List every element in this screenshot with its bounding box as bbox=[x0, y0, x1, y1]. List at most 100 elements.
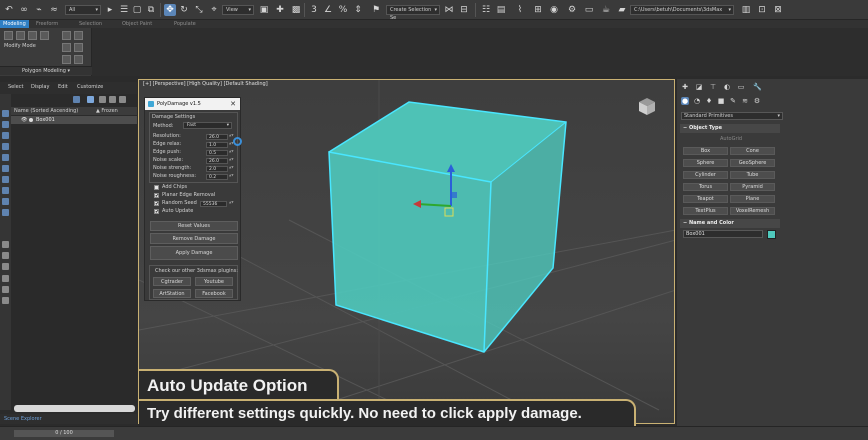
spinner-arrows-icon[interactable]: ▲▼ bbox=[229, 174, 234, 180]
menu-display[interactable]: Display bbox=[31, 84, 49, 90]
method-dropdown[interactable]: Fast ▾ bbox=[183, 122, 232, 129]
tab-object-paint[interactable]: Object Paint bbox=[122, 20, 152, 28]
filter-containers-icon[interactable] bbox=[2, 209, 9, 216]
param-spinner[interactable]: 0.2 bbox=[206, 174, 228, 180]
filter-xrefs-icon[interactable] bbox=[2, 187, 9, 194]
pin-icon[interactable] bbox=[2, 297, 9, 304]
select-rotate-icon[interactable]: ↻ bbox=[178, 4, 190, 16]
named-selection-set-dropdown[interactable]: Create Selection Se ▾ bbox=[386, 5, 440, 21]
ribbon-tool-icon[interactable] bbox=[28, 31, 37, 40]
column-frozen-header[interactable]: ▲ Frozen bbox=[96, 107, 118, 115]
ribbon-tool-icon[interactable] bbox=[62, 31, 71, 40]
create-pyramid-button[interactable]: Pyramid bbox=[730, 183, 775, 191]
dialog-titlebar[interactable]: PolyDamage v1.5 ✕ bbox=[145, 98, 240, 110]
filter-bones-icon[interactable] bbox=[2, 198, 9, 205]
align-icon[interactable]: ⊟ bbox=[458, 4, 470, 16]
tab-freeform[interactable]: Freeform bbox=[36, 20, 58, 28]
layer-explorer-icon[interactable]: ▤ bbox=[495, 4, 507, 16]
scene-row[interactable]: 👁 Box001 bbox=[11, 116, 137, 124]
param-spinner[interactable]: 26.0 bbox=[206, 134, 228, 140]
filter-shapes-icon[interactable] bbox=[2, 121, 9, 128]
ribbon-tool-icon[interactable] bbox=[4, 31, 13, 40]
create-geosphere-button[interactable]: GeoSphere bbox=[730, 159, 775, 167]
tab-selection[interactable]: Selection bbox=[79, 20, 102, 28]
rendered-frame-window-icon[interactable]: ▭ bbox=[583, 4, 595, 16]
keyboard-shortcut-icon[interactable]: ▩ bbox=[290, 4, 302, 16]
render-icon[interactable]: ☕ bbox=[600, 4, 612, 16]
systems-category-icon[interactable]: ⚙ bbox=[753, 97, 761, 105]
tab-populate[interactable]: Populate bbox=[174, 20, 196, 28]
workspace-icon[interactable]: ⊡ bbox=[756, 4, 768, 16]
display-children-icon[interactable] bbox=[2, 241, 9, 248]
create-cone-button[interactable]: Cone bbox=[730, 147, 775, 155]
folder-icon[interactable]: ▰ bbox=[616, 4, 628, 16]
select-manipulate-icon[interactable]: ✚ bbox=[274, 4, 286, 16]
link-icon[interactable]: ∞ bbox=[18, 4, 30, 16]
modify-tab-icon[interactable]: ◪ bbox=[695, 83, 703, 91]
menu-select[interactable]: Select bbox=[8, 84, 23, 90]
expand-all-icon[interactable] bbox=[2, 286, 9, 293]
tab-modeling[interactable]: Modeling bbox=[0, 20, 29, 28]
gizmo-center[interactable] bbox=[451, 192, 457, 198]
name-color-rollout-header[interactable]: − Name and Color bbox=[680, 219, 780, 228]
percent-snap-icon[interactable]: % bbox=[337, 4, 349, 16]
selection-filter-dropdown[interactable]: All ▾ bbox=[65, 5, 101, 15]
bind-spacewarp-icon[interactable]: ≈ bbox=[48, 4, 60, 16]
toggle-ribbon-icon[interactable]: ▥ bbox=[740, 4, 752, 16]
reference-coordinate-dropdown[interactable]: View ▾ bbox=[222, 5, 254, 15]
option-checkbox[interactable]: ✔ bbox=[154, 201, 159, 207]
visibility-icon[interactable]: 👁 bbox=[21, 116, 27, 124]
select-scale-icon[interactable]: ⤡ bbox=[193, 4, 205, 16]
edit-named-selection-icon[interactable]: ⚑ bbox=[370, 4, 382, 16]
youtube-button[interactable]: Youtube bbox=[195, 277, 233, 286]
option-checkbox[interactable] bbox=[154, 185, 159, 190]
select-move-icon[interactable]: ✥ bbox=[164, 4, 176, 16]
viewcube[interactable] bbox=[636, 95, 658, 117]
rectangular-selection-icon[interactable]: ▢ bbox=[131, 4, 143, 16]
create-tab-icon[interactable]: ✚ bbox=[681, 83, 689, 91]
hierarchy-tab-icon[interactable]: ⊤ bbox=[709, 83, 717, 91]
options-icon[interactable] bbox=[119, 96, 126, 103]
create-box-button[interactable]: Box bbox=[683, 147, 728, 155]
undo-icon[interactable]: ↶ bbox=[3, 4, 15, 16]
filter-cameras-icon[interactable] bbox=[2, 143, 9, 150]
display-dependents-icon[interactable] bbox=[2, 263, 9, 270]
material-editor-icon[interactable]: ◉ bbox=[548, 4, 560, 16]
option-checkbox[interactable]: ✔ bbox=[154, 193, 159, 199]
cgtrader-button[interactable]: Cgtrader bbox=[153, 277, 191, 286]
menu-edit[interactable]: Edit bbox=[58, 84, 68, 90]
ribbon-tool-icon[interactable] bbox=[40, 31, 49, 40]
ribbon-tool-icon[interactable] bbox=[62, 55, 71, 64]
artstation-button[interactable]: ArtStation bbox=[153, 289, 191, 298]
autogrid-checkbox[interactable]: AutoGrid bbox=[720, 136, 742, 142]
remove-damage-button[interactable]: Remove Damage bbox=[150, 233, 238, 244]
create-sphere-button[interactable]: Sphere bbox=[683, 159, 728, 167]
layer-icon[interactable] bbox=[99, 96, 106, 103]
param-spinner[interactable]: 1.0 bbox=[206, 142, 228, 148]
display-influences-icon[interactable] bbox=[2, 252, 9, 259]
helpers-category-icon[interactable]: ✎ bbox=[729, 97, 737, 105]
object-type-rollout-header[interactable]: − Object Type bbox=[680, 124, 780, 133]
select-object-icon[interactable]: ▸ bbox=[104, 4, 116, 16]
sync-selection-icon[interactable] bbox=[2, 275, 9, 282]
maxscript-icon[interactable]: ⊠ bbox=[772, 4, 784, 16]
ribbon-tool-icon[interactable] bbox=[74, 31, 83, 40]
hierarchy-icon[interactable] bbox=[109, 96, 116, 103]
reset-values-button[interactable]: Reset Values bbox=[150, 221, 238, 231]
create-textplus-button[interactable]: TextPlus bbox=[683, 207, 728, 215]
primitive-type-dropdown[interactable]: Standard Primitives ▾ bbox=[681, 112, 783, 120]
find-icon[interactable] bbox=[73, 96, 80, 103]
ribbon-tool-icon[interactable] bbox=[16, 31, 25, 40]
random-seed-spinner[interactable]: 55536 bbox=[200, 201, 227, 207]
spinner-arrows-icon[interactable]: ▲▼ bbox=[229, 166, 234, 172]
create-cylinder-button[interactable]: Cylinder bbox=[683, 171, 728, 179]
param-spinner[interactable]: 26.0 bbox=[206, 158, 228, 164]
filter-spacewarps-icon[interactable] bbox=[2, 165, 9, 172]
mirror-icon[interactable]: ⋈ bbox=[443, 4, 455, 16]
filter-helpers-icon[interactable] bbox=[2, 154, 9, 161]
frame-counter[interactable]: 0 / 100 bbox=[14, 430, 114, 437]
close-icon[interactable]: ✕ bbox=[230, 98, 236, 110]
angle-snap-icon[interactable]: ∠ bbox=[322, 4, 334, 16]
geometry-category-icon[interactable]: ● bbox=[681, 97, 689, 105]
scene-explorer-toggle-icon[interactable]: ☷ bbox=[480, 4, 492, 16]
